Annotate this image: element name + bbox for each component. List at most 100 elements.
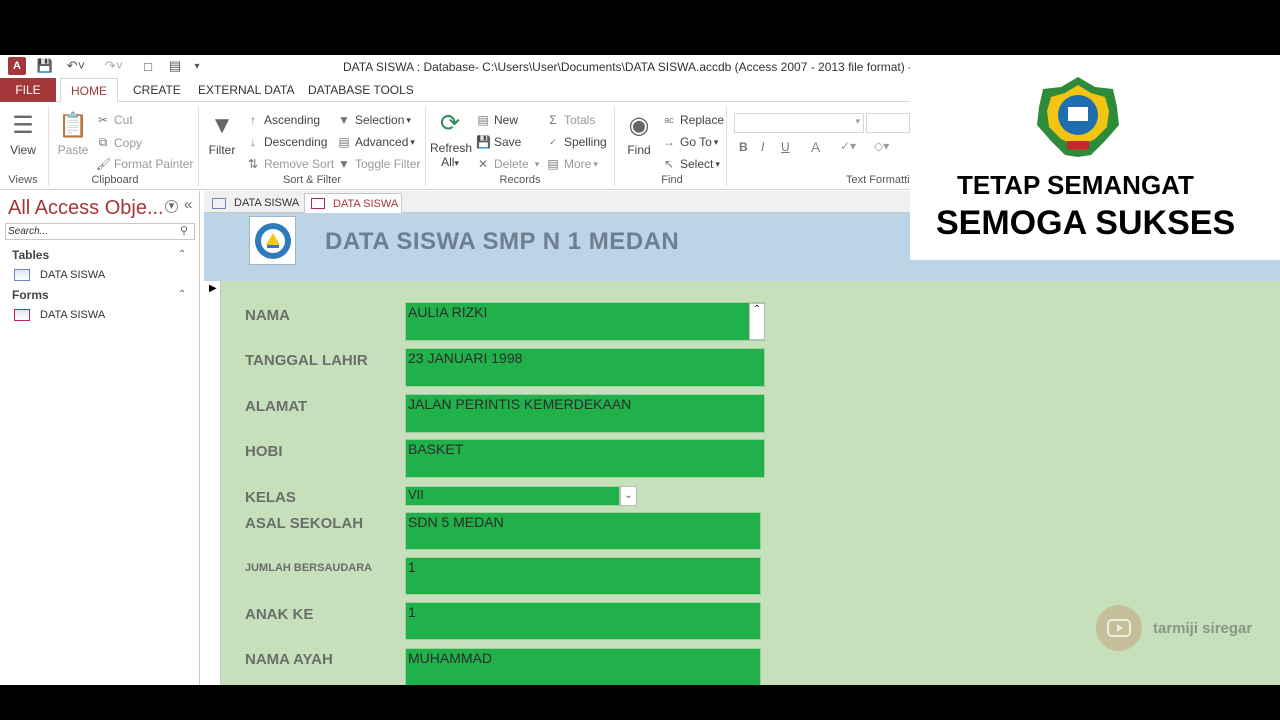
form-icon (14, 309, 30, 321)
go-to-button[interactable]: → Go To ▾ (662, 135, 718, 149)
delete-record-button[interactable]: ✕ Delete ▾ (476, 157, 539, 171)
anak-ke-field[interactable]: 1 (405, 602, 761, 640)
chevron-up-icon[interactable]: ⌃ (178, 249, 186, 260)
highlight-icon[interactable]: ✓▾ (840, 139, 856, 153)
refresh-icon: ⟳ (439, 110, 461, 137)
save-icon[interactable]: 💾 (36, 57, 54, 75)
brush-icon: 🖌 (96, 157, 112, 171)
chevron-down-icon[interactable]: ▾ (165, 200, 178, 213)
emblem-icon (1037, 77, 1119, 157)
remove-sort-button[interactable]: ⇅ Remove Sort (246, 157, 334, 171)
chevron-down-icon: ▾ (593, 158, 598, 169)
undo-icon[interactable]: ↶˅ (64, 57, 88, 75)
remove-sort-label: Remove Sort (264, 157, 335, 171)
nav-item-table-data-siswa[interactable]: DATA SISWA (14, 269, 105, 281)
refresh-all-label: All (441, 155, 455, 169)
toggle-filter-button[interactable]: ▼ Toggle Filter (337, 157, 420, 171)
more-icon: ▤ (547, 157, 559, 171)
form-view-icon[interactable]: ▤ (166, 57, 184, 75)
customize-qat-icon[interactable]: ▾ (192, 57, 202, 75)
doc-tab-table[interactable]: DATA SISWA (206, 193, 302, 213)
label-alamat: ALAMAT (245, 398, 308, 415)
chevron-down-icon: ▾ (855, 116, 860, 126)
kelas-dropdown-button[interactable]: ⌄ (620, 486, 637, 506)
font-color-button[interactable]: A (811, 139, 820, 155)
refresh-all-button[interactable]: ⟳ Refresh All▾ (430, 110, 472, 169)
chevron-up-icon[interactable]: ⌃ (178, 289, 186, 300)
nama-scrollbar[interactable]: ⌃ (749, 303, 765, 340)
play-icon (1096, 605, 1142, 651)
advanced-button[interactable]: ▤ Advanced ▾ (337, 135, 415, 149)
asal-sekolah-field[interactable]: SDN 5 MEDAN (405, 512, 761, 550)
label-hobi: HOBI (245, 443, 283, 460)
doc-tab-form[interactable]: DATA SISWA (304, 193, 402, 213)
form-title: DATA SISWA SMP N 1 MEDAN (325, 228, 680, 255)
replace-button[interactable]: ac Replace (662, 113, 724, 127)
go-to-label: Go To (680, 135, 712, 149)
search-icon[interactable]: ⚲ (180, 224, 188, 237)
jumlah-bersaudara-field[interactable]: 1 (405, 557, 761, 595)
copy-icon: ⧉ (98, 135, 108, 149)
find-button[interactable]: ◉ Find (622, 112, 656, 157)
font-size-select[interactable] (866, 113, 910, 133)
fill-color-icon[interactable]: ◇▾ (874, 139, 889, 153)
font-name-select[interactable]: ▾ (734, 113, 864, 133)
cut-button[interactable]: ✂ Cut (96, 113, 133, 127)
view-icon: ☰ (12, 112, 34, 139)
replace-icon: ac (664, 115, 674, 125)
copy-button[interactable]: ⧉ Copy (96, 135, 142, 150)
nav-pane-title[interactable]: All Access Obje... (8, 197, 164, 220)
paste-button[interactable]: 📋 Paste (56, 112, 90, 157)
tab-database-tools[interactable]: DATABASE TOOLS (308, 78, 414, 102)
descending-button[interactable]: ↓ Descending (246, 135, 327, 149)
hobi-field[interactable]: BASKET (405, 439, 765, 478)
label-asal-sekolah: ASAL SEKOLAH (245, 515, 364, 532)
save-record-button[interactable]: 💾 Save (476, 135, 521, 149)
nav-item-form-data-siswa[interactable]: DATA SISWA (14, 309, 105, 321)
kelas-combobox[interactable]: VII (405, 486, 620, 506)
alamat-field[interactable]: JALAN PERINTIS KEMERDEKAAN (405, 394, 765, 433)
more-label: More (564, 157, 592, 171)
totals-button[interactable]: Σ Totals (546, 113, 595, 127)
filter-button[interactable]: ▼ Filter (204, 112, 240, 157)
collapse-pane-icon[interactable]: « (184, 196, 192, 213)
tab-external-data[interactable]: EXTERNAL DATA (198, 78, 294, 102)
ascending-button[interactable]: ↑ Ascending (246, 113, 320, 127)
chevron-down-icon: ▾ (406, 114, 411, 125)
new-record-button[interactable]: ▤ New (476, 113, 518, 127)
filter-label: Filter (208, 143, 236, 157)
redo-icon[interactable]: ↷˅ (102, 57, 126, 75)
record-selector[interactable]: ▶ (204, 281, 221, 685)
funnel-icon: ▼ (210, 112, 234, 139)
view-button[interactable]: ☰ View (6, 112, 40, 157)
descending-label: Descending (264, 135, 328, 149)
nav-section-forms[interactable]: Forms (12, 288, 49, 302)
selection-button[interactable]: ▼ Selection ▾ (337, 113, 411, 127)
italic-button[interactable]: I (761, 140, 764, 154)
doc-tab-label: DATA SISWA (333, 197, 399, 210)
nav-search-input[interactable]: Search... (5, 223, 195, 240)
advanced-filter-icon: ▤ (338, 135, 350, 149)
save-label: Save (494, 135, 522, 149)
new-document-icon[interactable]: □ (140, 57, 156, 75)
tab-home[interactable]: HOME (60, 78, 118, 102)
spelling-button[interactable]: ✓ Spelling (546, 135, 606, 149)
group-records-label: Records (499, 174, 541, 186)
tanggal-lahir-field[interactable]: 23 JANUARI 1998 (405, 348, 765, 387)
nav-section-tables[interactable]: Tables (12, 248, 49, 262)
bold-button[interactable]: B (739, 140, 748, 154)
nav-item-label: DATA SISWA (40, 309, 106, 321)
format-painter-label: Format Painter (114, 157, 194, 171)
tab-file[interactable]: FILE (0, 78, 56, 102)
overlay-banner: TETAP SEMANGAT SEMOGA SUKSES (910, 55, 1280, 260)
nama-field[interactable]: AULIA RIZKI (405, 302, 765, 341)
paste-icon: 📋 (58, 112, 88, 139)
divider (425, 106, 426, 186)
underline-button[interactable]: U (781, 140, 790, 154)
more-button[interactable]: ▤ More ▾ (546, 157, 598, 171)
nama-ayah-field[interactable]: MUHAMMAD (405, 648, 761, 685)
format-painter-button[interactable]: 🖌 Format Painter (96, 157, 193, 171)
select-button[interactable]: ↖ Select ▾ (662, 157, 720, 171)
arrow-right-icon: → (663, 135, 675, 149)
tab-create[interactable]: CREATE (133, 78, 181, 102)
